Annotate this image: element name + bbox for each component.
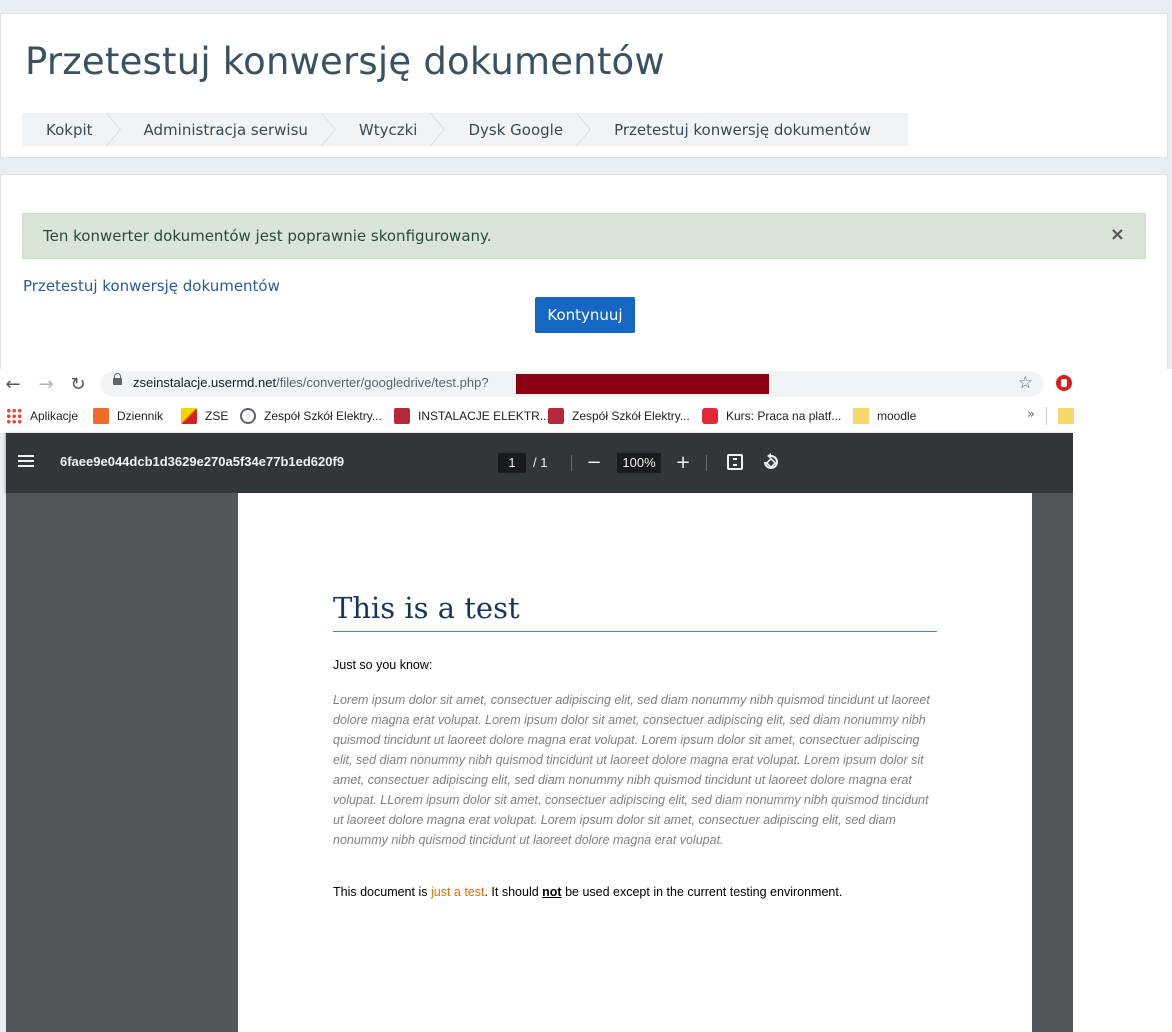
- alert-message: Ten konwerter dokumentów jest poprawnie …: [43, 227, 492, 245]
- site-icon: [394, 408, 410, 424]
- bookmark-label: Aplikacje: [30, 409, 79, 423]
- toolbar-divider: [706, 455, 707, 471]
- bookmark-aplikacje[interactable]: Aplikacje: [6, 408, 78, 424]
- main-content: Ten konwerter dokumentów jest poprawnie …: [0, 174, 1168, 373]
- final-prefix: This document is: [333, 885, 431, 899]
- bookmark-moodle-folder[interactable]: moodle: [853, 408, 916, 424]
- pdf-viewer[interactable]: This is a test Just so you know: Lorem i…: [6, 493, 1073, 1032]
- breadcrumb-item-dysk-google[interactable]: Dysk Google: [444, 113, 576, 146]
- zoom-out-button[interactable]: −: [583, 451, 605, 473]
- extension-stop-icon[interactable]: [1056, 375, 1072, 391]
- bookmarks-divider: [1046, 407, 1047, 425]
- bookmark-label: ZSE: [205, 409, 229, 423]
- final-emphasis: not: [542, 885, 562, 899]
- site-icon: [548, 408, 564, 424]
- page-total: / 1: [533, 455, 548, 470]
- breadcrumb-item-administracja[interactable]: Administracja serwisu: [120, 113, 321, 146]
- bookmark-label: Kurs: Praca na platf...: [726, 409, 842, 423]
- bookmarks-overflow-icon[interactable]: »: [1027, 407, 1035, 422]
- document-heading: This is a test: [333, 591, 937, 632]
- folder-icon[interactable]: [1058, 408, 1074, 424]
- bookmark-star-icon[interactable]: ☆: [1018, 373, 1033, 393]
- test-conversion-link[interactable]: Przetestuj konwersję dokumentów: [23, 277, 280, 295]
- redacted-area: [516, 374, 769, 394]
- url-text[interactable]: zseinstalacje.usermd.net/files/converter…: [133, 375, 489, 390]
- browser-toolbar: ← → ↻ zseinstalacje.usermd.net/files/con…: [0, 369, 1172, 399]
- pdf-page: This is a test Just so you know: Lorem i…: [238, 493, 1032, 1032]
- breadcrumb-separator: [576, 113, 590, 146]
- url-host: zseinstalacje.usermd.net: [133, 375, 277, 390]
- page-header: Przetestuj konwersję dokumentów Kokpit A…: [0, 13, 1168, 158]
- breadcrumb: Kokpit Administracja serwisu Wtyczki Dys…: [22, 113, 908, 146]
- bookmark-kurs[interactable]: Kurs: Praca na platf...: [702, 408, 841, 424]
- forward-arrow-icon[interactable]: →: [35, 373, 57, 395]
- background-strip: [1073, 433, 1172, 1032]
- bookmark-label: Zespół Szkół Elektry...: [572, 409, 690, 423]
- rotate-icon[interactable]: [760, 451, 782, 473]
- breadcrumb-separator: [106, 113, 120, 146]
- menu-icon[interactable]: [18, 455, 34, 467]
- globe-icon: [240, 408, 256, 424]
- reload-icon[interactable]: ↻: [67, 373, 89, 395]
- breadcrumb-item-wtyczki[interactable]: Wtyczki: [335, 113, 431, 146]
- bookmark-zespol-1[interactable]: Zespół Szkół Elektry...: [240, 408, 382, 424]
- bookmark-zespol-2[interactable]: Zespół Szkół Elektry...: [548, 408, 690, 424]
- zse-icon: [181, 408, 197, 424]
- final-highlight: just a test: [430, 885, 485, 899]
- document-lorem-paragraph: Lorem ipsum dolor sit amet, consectuer a…: [333, 693, 930, 847]
- pdf-toolbar: 6faee9e044dcb1d3629e270a5f34e77b1ed620f9…: [6, 433, 1073, 493]
- back-arrow-icon[interactable]: ←: [2, 373, 24, 395]
- lock-icon[interactable]: [113, 373, 122, 385]
- final-suffix: be used except in the current testing en…: [561, 885, 843, 899]
- apps-icon: [6, 408, 22, 424]
- bookmark-label: Zespół Szkół Elektry...: [264, 409, 382, 423]
- success-alert: Ten konwerter dokumentów jest poprawnie …: [22, 213, 1146, 259]
- url-suffix: ?: [481, 375, 489, 390]
- breadcrumb-item-kokpit[interactable]: Kokpit: [22, 113, 106, 146]
- folder-icon: [853, 408, 869, 424]
- breadcrumb-separator: [321, 113, 335, 146]
- final-middle: . It should: [484, 885, 543, 899]
- pdf-filename: 6faee9e044dcb1d3629e270a5f34e77b1ed620f9: [60, 454, 345, 469]
- dziennik-icon: [93, 408, 109, 424]
- continue-button[interactable]: Kontynuuj: [535, 297, 635, 333]
- bookmark-zse[interactable]: ZSE: [181, 408, 228, 424]
- zoom-input[interactable]: [617, 453, 661, 473]
- breadcrumb-separator: [430, 113, 444, 146]
- document-final-sentence: This document is just a test. It should …: [333, 885, 842, 899]
- address-bar[interactable]: zseinstalacje.usermd.net/files/converter…: [101, 371, 1043, 397]
- bookmark-label: Dziennik: [117, 409, 164, 423]
- close-icon[interactable]: ×: [1110, 226, 1125, 244]
- toolbar-divider: [571, 455, 572, 471]
- page-title: Przetestuj konwersję dokumentów: [25, 40, 665, 83]
- bookmarks-bar: Aplikacje Dziennik ZSE Zespół Szkół Elek…: [0, 399, 1172, 434]
- page-number-input[interactable]: [498, 453, 526, 473]
- document-intro: Just so you know:: [333, 658, 433, 672]
- fit-to-page-icon[interactable]: [727, 454, 743, 470]
- bookmark-label: INSTALACJE ELEKTR...: [418, 409, 550, 423]
- bookmark-instalacje[interactable]: INSTALACJE ELEKTR...: [394, 408, 550, 424]
- bookmark-label: moodle: [877, 409, 917, 423]
- url-path: /files/converter/googledrive/test.php: [276, 375, 482, 390]
- zoom-in-button[interactable]: +: [672, 451, 694, 473]
- bookmark-dziennik[interactable]: Dziennik: [93, 408, 163, 424]
- moodle-icon: [702, 408, 718, 424]
- breadcrumb-item-current: Przetestuj konwersję dokumentów: [614, 120, 871, 139]
